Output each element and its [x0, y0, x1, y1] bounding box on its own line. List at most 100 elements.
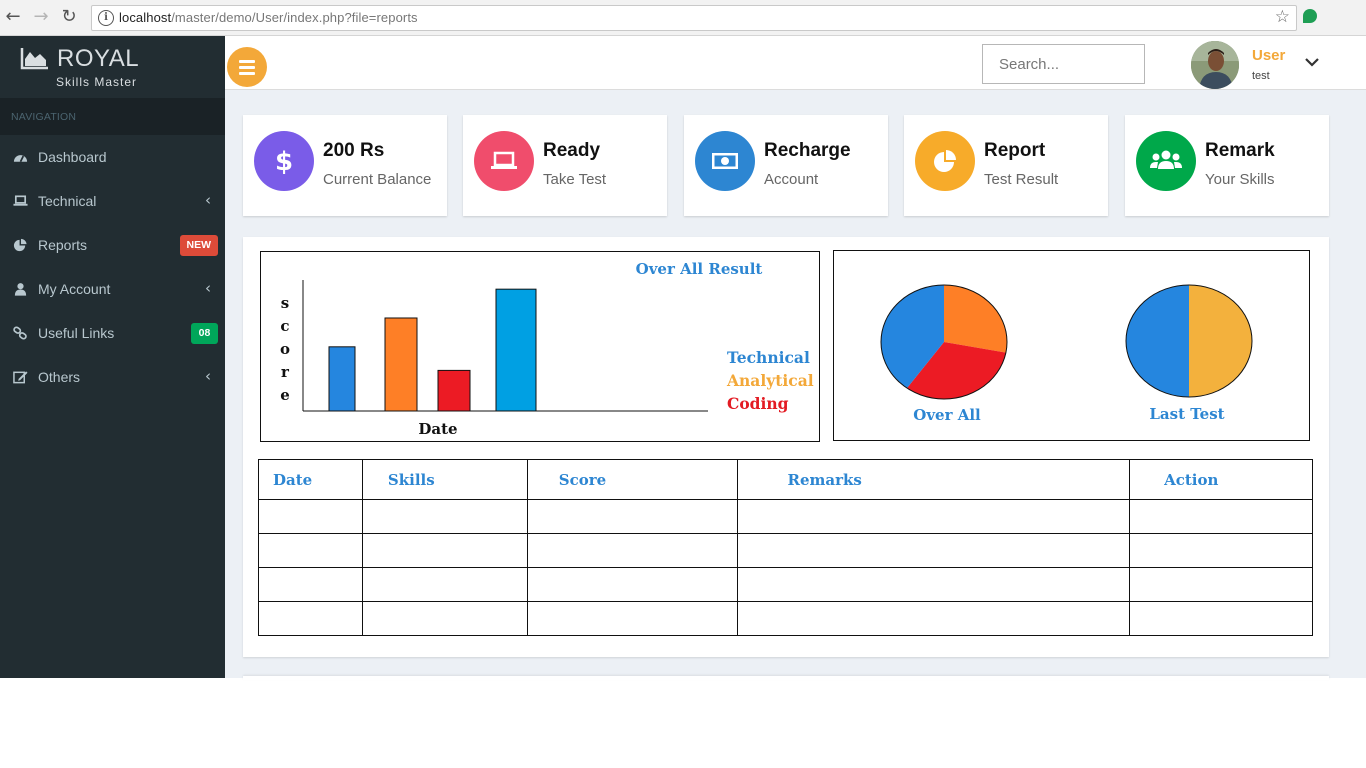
take-test-value: Ready — [543, 140, 601, 161]
info-box-report[interactable]: Report Test Result — [904, 115, 1108, 216]
nav-header: NAVIGATION — [0, 98, 225, 135]
y-axis-letter: e — [280, 386, 290, 404]
bookmark-star-icon[interactable]: ☆ — [1275, 7, 1290, 27]
browser-toolbar: ← → ↻ i localhost/master/demo/User/index… — [0, 0, 1366, 36]
col-header-score[interactable]: Score — [526, 459, 738, 500]
hamburger-line — [239, 72, 255, 75]
y-axis-letter: o — [280, 340, 290, 358]
url-text[interactable]: localhost/master/demo/User/index.php?fil… — [119, 10, 418, 25]
user-icon — [14, 283, 27, 296]
user-name[interactable]: User — [1252, 47, 1285, 64]
balance-label: Current Balance — [323, 171, 432, 188]
table-row — [258, 601, 1313, 636]
legend-coding: Coding — [727, 394, 789, 413]
pie-chart-icon — [13, 238, 27, 252]
lower-panel — [243, 676, 1329, 680]
brand-logo[interactable]: ROYAL Skills Master — [0, 36, 225, 98]
users-icon — [1150, 150, 1182, 169]
table-row — [258, 567, 1313, 602]
col-header-remarks[interactable]: Remarks — [736, 459, 1131, 500]
report-value: Report — [984, 140, 1046, 161]
sidebar-menu: Dashboard Technical ‹ Reports NEW My Acc… — [0, 135, 225, 399]
sidebar: ROYAL Skills Master NAVIGATION Dashboard… — [0, 36, 225, 678]
take-test-label: Take Test — [543, 171, 607, 188]
sidebar-item-dashboard[interactable]: Dashboard — [0, 135, 225, 179]
report-label: Test Result — [984, 171, 1059, 188]
info-icon-circle: $ — [254, 131, 314, 191]
balance-value: 200 Rs — [323, 140, 385, 161]
sidebar-item-useful-links[interactable]: Useful Links 08 — [0, 311, 225, 355]
pie-slice — [1126, 285, 1189, 397]
area-chart-icon — [20, 48, 48, 70]
menu-toggle-button[interactable] — [227, 47, 267, 87]
pie-chart-icon — [934, 150, 956, 172]
avatar[interactable] — [1191, 41, 1239, 89]
report-panel: Over All Result score Date Technical Ana… — [243, 237, 1329, 657]
info-icon-circle — [695, 131, 755, 191]
money-icon — [712, 153, 738, 169]
legend-analytical: Analytical — [726, 371, 814, 390]
info-box-remark[interactable]: Remark Your Skills — [1125, 115, 1329, 216]
col-header-skills[interactable]: Skills — [361, 459, 528, 500]
dollar-icon: $ — [275, 147, 293, 177]
brand-title: ROYAL — [57, 45, 140, 72]
info-box-recharge[interactable]: Recharge Account — [684, 115, 888, 216]
remark-label: Your Skills — [1205, 171, 1275, 188]
pie-label-over-all: Over All — [913, 406, 981, 424]
pie-chart-frame: Over All Last Test — [833, 250, 1310, 441]
new-badge: NEW — [179, 235, 218, 256]
hamburger-line — [239, 60, 255, 63]
sidebar-item-others[interactable]: Others ‹ — [0, 355, 225, 399]
chevron-left-icon: ‹ — [205, 191, 211, 209]
extension-icon[interactable] — [1303, 9, 1317, 23]
legend-technical: Technical — [727, 348, 810, 367]
sidebar-item-technical[interactable]: Technical ‹ — [0, 179, 225, 223]
laptop-icon — [13, 195, 28, 206]
pie-chart-over-all — [880, 284, 1008, 400]
bar-4 — [495, 288, 537, 412]
sidebar-item-reports[interactable]: Reports NEW — [0, 223, 225, 267]
dashboard-icon — [13, 155, 28, 163]
info-icon[interactable]: i — [98, 10, 114, 26]
bars — [328, 288, 537, 412]
bar-3 — [437, 369, 471, 412]
bar-chart-title: Over All Result — [636, 260, 763, 278]
col-header-action[interactable]: Action — [1129, 459, 1313, 500]
search-input[interactable] — [983, 45, 1144, 83]
bar-2 — [384, 317, 418, 412]
table-row — [258, 533, 1313, 568]
y-axis-letter: s — [281, 294, 289, 312]
pie-slice — [944, 285, 1007, 353]
results-table: Date Skills Score Remarks Action — [258, 459, 1313, 636]
table-header-row: Date Skills Score Remarks Action — [258, 459, 1313, 500]
svg-text:$: $ — [275, 147, 293, 177]
top-header: User test — [225, 36, 1366, 90]
col-header-date[interactable]: Date — [258, 459, 363, 500]
info-icon-circle — [915, 131, 975, 191]
back-arrow-icon[interactable]: ← — [2, 6, 24, 28]
chevron-down-icon[interactable] — [1304, 56, 1320, 68]
search-box — [982, 44, 1145, 84]
laptop-icon — [491, 151, 517, 169]
pie-chart-last-test — [1125, 284, 1253, 398]
address-bar[interactable]: i localhost/master/demo/User/index.php?f… — [91, 5, 1297, 31]
pie-label-last-test: Last Test — [1149, 405, 1224, 423]
forward-arrow-icon[interactable]: → — [30, 6, 52, 28]
reload-icon[interactable]: ↻ — [58, 6, 80, 28]
x-axis-label: Date — [418, 420, 457, 438]
bar-chart-frame: Over All Result score Date Technical Ana… — [260, 251, 820, 442]
bar-1 — [328, 346, 356, 412]
recharge-label: Account — [764, 171, 819, 188]
recharge-value: Recharge — [764, 140, 851, 161]
user-photo — [1191, 41, 1239, 89]
sidebar-item-my-account[interactable]: My Account ‹ — [0, 267, 225, 311]
y-axis-letter: c — [280, 317, 289, 335]
info-box-balance[interactable]: $ 200 Rs Current Balance — [243, 115, 447, 216]
bar-chart: Over All Result score Date Technical Ana… — [280, 260, 814, 438]
chevron-left-icon: ‹ — [205, 367, 211, 385]
edit-icon — [13, 371, 28, 384]
info-box-take-test[interactable]: Ready Take Test — [463, 115, 667, 216]
main-content: $ 200 Rs Current Balance Ready Take Test… — [225, 90, 1366, 680]
info-icon-circle — [1136, 131, 1196, 191]
y-axis-label: score — [280, 294, 290, 404]
